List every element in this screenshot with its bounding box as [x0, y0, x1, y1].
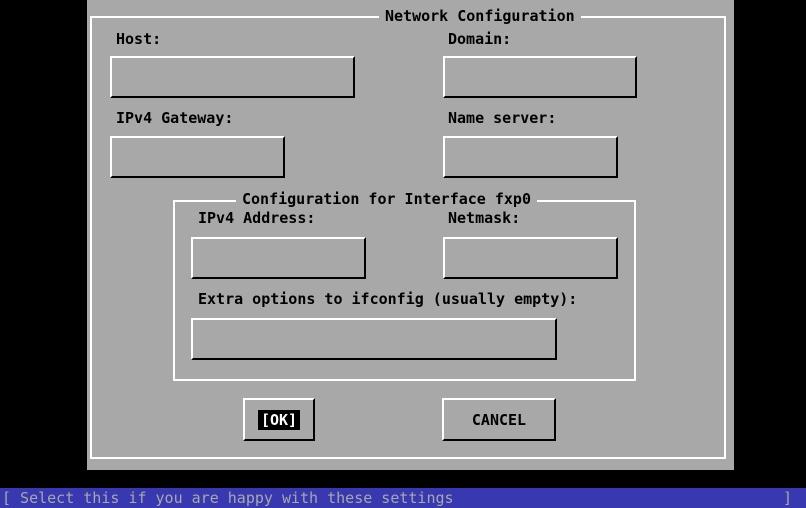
ipv4-label: IPv4 Address: — [198, 209, 316, 227]
host-field[interactable] — [110, 56, 355, 98]
status-bar: [ Select this if you are happy with thes… — [0, 488, 806, 508]
status-text: [ Select this if you are happy with thes… — [2, 489, 454, 507]
netmask-label: Netmask: — [448, 209, 521, 227]
extra-options-field[interactable] — [191, 318, 557, 360]
status-text-end: ] — [782, 489, 792, 507]
netmask-field[interactable] — [443, 237, 618, 279]
domain-field[interactable] — [443, 56, 637, 98]
nameserver-label: Name server: — [448, 109, 557, 127]
domain-label: Domain: — [448, 30, 512, 48]
netmask-input[interactable] — [445, 239, 616, 277]
dialog-title: Network Configuration — [379, 6, 581, 26]
network-config-dialog: Network Configuration Host: Domain: IPv4… — [87, 0, 734, 470]
cancel-button-label: CANCEL — [471, 410, 527, 429]
domain-input[interactable] — [445, 58, 635, 96]
gateway-label: IPv4 Gateway: — [116, 109, 234, 127]
ok-button[interactable]: [OK] — [243, 398, 315, 441]
gateway-input[interactable] — [112, 138, 283, 176]
ipv4-field[interactable] — [191, 237, 366, 279]
gateway-field[interactable] — [110, 136, 285, 178]
cancel-button[interactable]: CANCEL — [442, 398, 556, 441]
ok-button-label: [OK] — [257, 409, 301, 430]
host-label: Host: — [116, 30, 162, 48]
ipv4-input[interactable] — [193, 239, 364, 277]
host-input[interactable] — [112, 58, 353, 96]
interface-title: Configuration for Interface fxp0 — [236, 190, 537, 208]
extra-options-label: Extra options to ifconfig (usually empty… — [198, 290, 578, 308]
nameserver-field[interactable] — [443, 136, 618, 178]
extra-options-input[interactable] — [193, 320, 555, 358]
nameserver-input[interactable] — [445, 138, 616, 176]
